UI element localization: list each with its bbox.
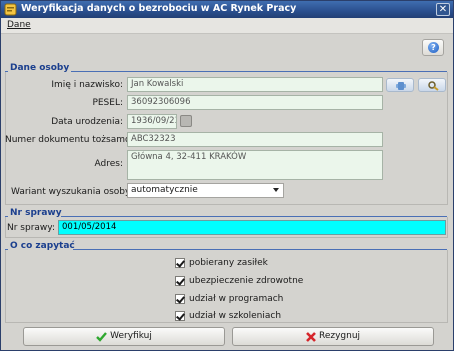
case-number-label: Nr sprawy: — [7, 223, 55, 233]
help-icon: ? — [428, 42, 439, 53]
name-label: Imię i nazwisko: — [51, 80, 123, 90]
calendar-icon[interactable] — [180, 115, 192, 127]
window-app-icon — [4, 3, 17, 16]
cancel-button-label: Rezygnuj — [318, 331, 361, 341]
window-title: Weryfikacja danych o bezrobociu w AC Ryn… — [21, 3, 297, 14]
checkbox-ubezpieczenie[interactable] — [175, 276, 185, 286]
checkbox-programy[interactable] — [175, 294, 185, 304]
pesel-label: PESEL: — [92, 98, 123, 108]
close-button[interactable]: ✕ — [436, 3, 450, 16]
menu-dane[interactable]: Dane — [7, 20, 31, 30]
checkbox-label: udział w szkoleniach — [189, 311, 282, 321]
search-variant-label: Wariant wyszukania osoby: — [11, 187, 133, 197]
close-icon: ✕ — [438, 4, 448, 15]
title-bar[interactable]: Weryfikacja danych o bezrobociu w AC Ryn… — [1, 1, 453, 18]
checkbox-label: udział w programach — [189, 294, 284, 304]
checkbox-label: pobierany zasiłek — [189, 258, 268, 268]
toolbar: ? — [4, 38, 450, 58]
pesel-field[interactable]: 36092306096 — [127, 95, 383, 110]
checkmark-icon — [96, 331, 108, 342]
search-variant-value: automatycznie — [131, 185, 198, 195]
checkbox-label: ubezpieczenie zdrowotne — [189, 276, 304, 286]
person-pick-button[interactable] — [386, 78, 414, 92]
checkbox-pobierany-zasilek[interactable] — [175, 258, 185, 268]
id-document-label: Numer dokumentu tożsamości: — [5, 135, 146, 145]
search-button[interactable] — [418, 78, 446, 92]
verify-button-label: Weryfikuj — [110, 331, 152, 341]
address-field[interactable]: Główna 4, 32-411 KRAKÓW — [127, 150, 383, 180]
dialog-window: Weryfikacja danych o bezrobociu w AC Ryn… — [0, 0, 454, 351]
cancel-x-icon — [306, 331, 316, 342]
verify-button[interactable]: Weryfikuj — [23, 327, 225, 346]
menu-bar: Dane — [1, 18, 453, 34]
cancel-button[interactable]: Rezygnuj — [232, 327, 434, 346]
birth-date-label: Data urodzenia: — [51, 117, 123, 127]
search-variant-select[interactable]: automatycznie — [127, 183, 284, 198]
chevron-down-icon — [273, 188, 279, 192]
case-number-field[interactable]: 001/05/2014 — [58, 220, 446, 235]
address-label: Adres: — [94, 159, 123, 169]
help-button[interactable]: ? — [422, 39, 444, 56]
id-document-field[interactable]: ABC32323 — [127, 132, 383, 147]
person-pick-icon — [396, 82, 406, 90]
name-field[interactable]: Jan Kowalski — [127, 77, 383, 92]
search-icon — [428, 81, 439, 91]
checkbox-szkolenia[interactable] — [175, 311, 185, 321]
birth-date-field[interactable]: 1936/09/23 — [127, 114, 177, 129]
